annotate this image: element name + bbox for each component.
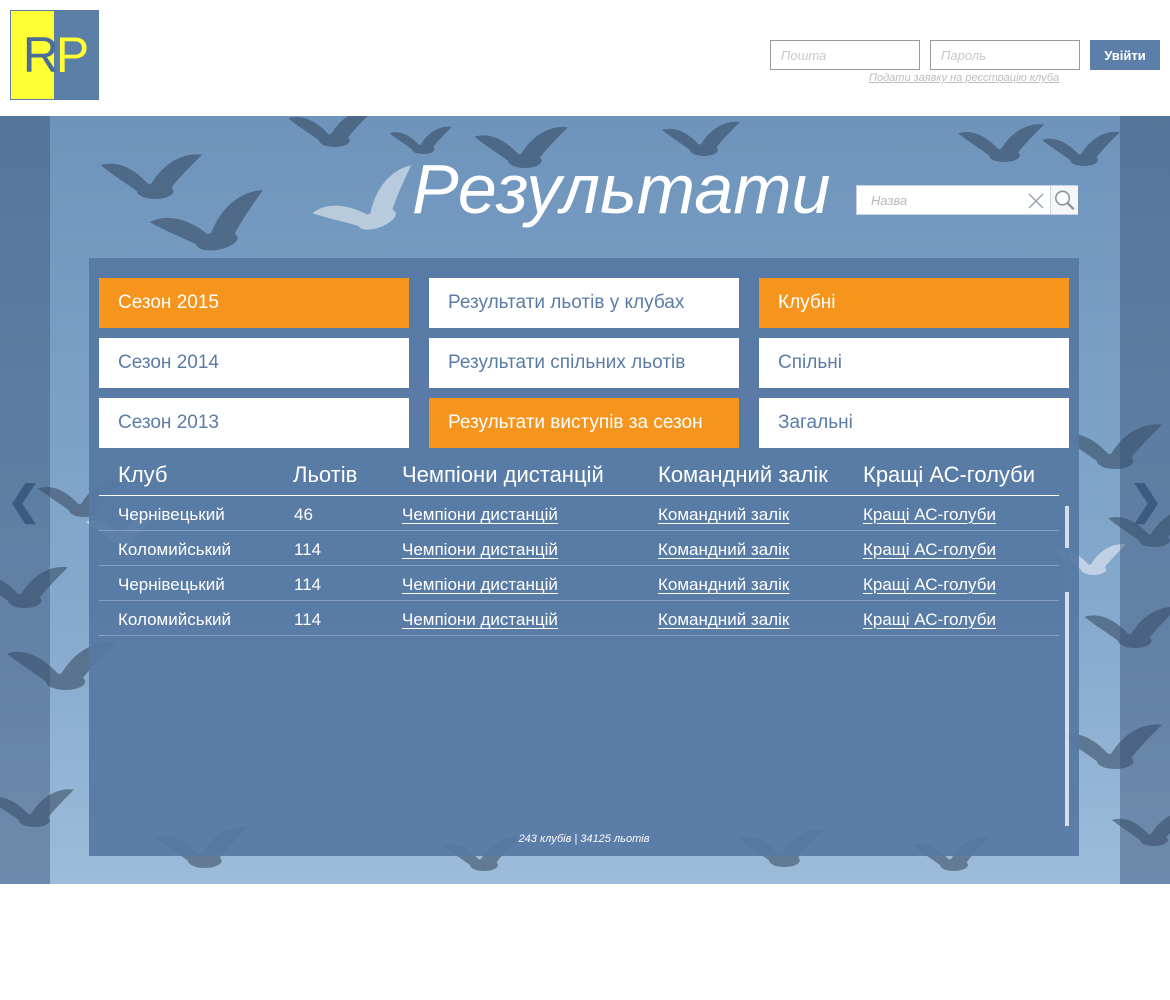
team-standings-link[interactable]: Командний залік xyxy=(658,505,789,525)
chevron-left-icon[interactable]: ❮ xyxy=(4,476,44,526)
flights-count: 114 xyxy=(294,610,322,629)
chevron-right-icon[interactable]: ❯ xyxy=(1126,476,1166,526)
best-ace-pigeons-link[interactable]: Кращі АС-голуби xyxy=(863,540,996,560)
login-button[interactable]: Увійти xyxy=(1090,40,1160,70)
season-2014-tile[interactable]: Сезон 2014 xyxy=(99,338,409,388)
search-input[interactable] xyxy=(857,186,1022,214)
results-hero: ❮ ❯ Результати Сезон 2015 Результати льо… xyxy=(0,116,1170,884)
club-results-tile[interactable]: Клубні xyxy=(759,278,1069,328)
distance-champions-link[interactable]: Чемпіони дистанцій xyxy=(402,540,558,560)
club-name: Чернівецький xyxy=(118,575,225,594)
results-panel: Сезон 2015 Результати льотів у клубах Кл… xyxy=(89,258,1079,856)
scrollbar-thumb[interactable] xyxy=(1065,548,1069,592)
distance-champions-link[interactable]: Чемпіони дистанцій xyxy=(402,575,558,595)
club-name: Коломийський xyxy=(118,540,232,559)
table-row: Чернівецький 46 Чемпіони дистанцій Коман… xyxy=(99,496,1059,531)
best-ace-pigeons-link[interactable]: Кращі АС-голуби xyxy=(863,575,996,595)
joint-flights-tile[interactable]: Результати спільних льотів xyxy=(429,338,739,388)
season-2015-tile[interactable]: Сезон 2015 xyxy=(99,278,409,328)
page-title: Результати xyxy=(412,150,831,228)
logo-letters: RP xyxy=(11,11,98,99)
club-flights-tile[interactable]: Результати льотів у клубах xyxy=(429,278,739,328)
distance-champions-link[interactable]: Чемпіони дистанцій xyxy=(402,610,558,630)
best-ace-pigeons-link[interactable]: Кращі АС-голуби xyxy=(863,505,996,525)
joint-results-tile[interactable]: Спільні xyxy=(759,338,1069,388)
column-header-distance-champions: Чемпіони дистанцій xyxy=(402,462,604,487)
site-logo[interactable]: RP xyxy=(10,10,99,100)
logo-letter-p: P xyxy=(55,27,89,83)
distance-champions-link[interactable]: Чемпіони дистанцій xyxy=(402,505,558,525)
table-row: Коломийський 114 Чемпіони дистанцій Кома… xyxy=(99,601,1059,636)
column-header-best-ace-pigeons: Кращі АС-голуби xyxy=(863,462,1036,487)
column-header-club: Клуб xyxy=(118,462,168,487)
table-scrollbar[interactable] xyxy=(1065,506,1069,826)
column-header-flights: Льотів xyxy=(293,462,358,487)
club-name: Чернівецький xyxy=(118,505,225,524)
password-field[interactable] xyxy=(930,40,1080,70)
team-standings-link[interactable]: Командний залік xyxy=(658,610,789,630)
club-name: Коломийський xyxy=(118,610,232,629)
best-ace-pigeons-link[interactable]: Кращі АС-голуби xyxy=(863,610,996,630)
season-2013-tile[interactable]: Сезон 2013 xyxy=(99,398,409,448)
team-standings-link[interactable]: Командний залік xyxy=(658,540,789,560)
table-row: Чернівецький 114 Чемпіони дистанцій Кома… xyxy=(99,566,1059,601)
logo-letter-r: R xyxy=(22,27,59,83)
email-field[interactable] xyxy=(770,40,920,70)
flights-count: 114 xyxy=(294,575,322,594)
team-standings-link[interactable]: Командний залік xyxy=(658,575,789,595)
flights-count: 46 xyxy=(294,505,313,524)
search-icon[interactable] xyxy=(1050,186,1078,214)
close-icon[interactable] xyxy=(1025,190,1047,212)
general-results-tile[interactable]: Загальні xyxy=(759,398,1069,448)
season-performance-tile[interactable]: Результати виступів за сезон xyxy=(429,398,739,448)
table-row: Коломийський 114 Чемпіони дистанцій Кома… xyxy=(99,531,1059,566)
search-box xyxy=(856,185,1078,215)
flights-count: 114 xyxy=(294,540,322,559)
results-summary: 243 клубів | 34125 льотів xyxy=(518,833,650,845)
column-header-team-standings: Командний залік xyxy=(658,462,828,487)
register-club-link[interactable]: Подати заявку на реєстрацію клуба xyxy=(869,72,1059,84)
